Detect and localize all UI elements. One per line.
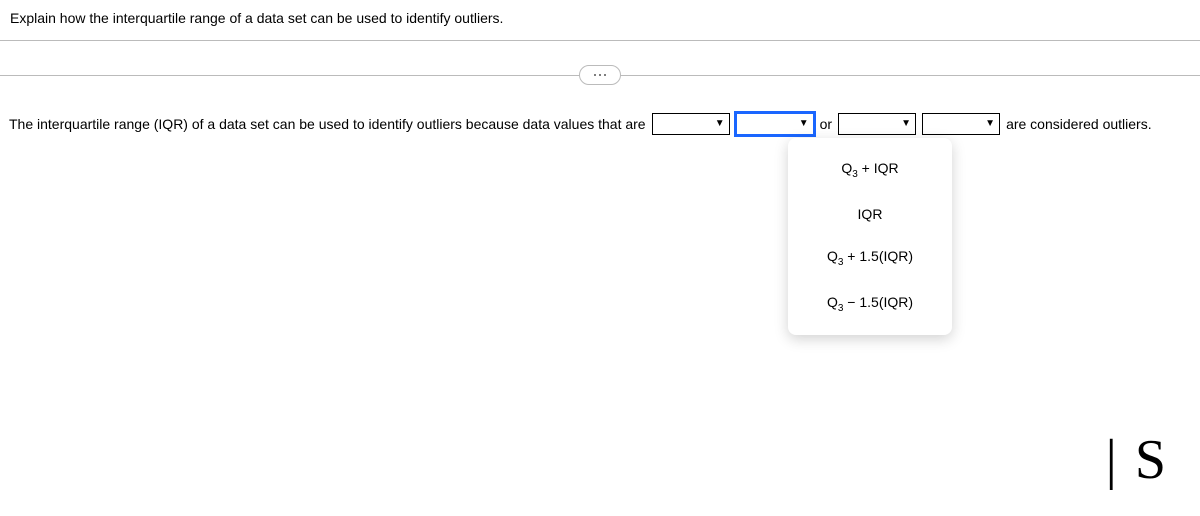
dropdown-menu: Q3 + IQR IQR Q3 + 1.5(IQR) Q3 − 1.5(IQR) <box>788 138 952 335</box>
answer-connector: or <box>820 116 832 132</box>
dropdown-2[interactable]: ▼ <box>736 113 814 135</box>
dropdown-4[interactable]: ▼ <box>922 113 1000 135</box>
dropdown-option-2[interactable]: IQR <box>858 206 883 222</box>
answer-suffix: are considered outliers. <box>1006 116 1152 132</box>
answer-prefix: The interquartile range (IQR) of a data … <box>9 116 646 132</box>
pill-dot-3 <box>604 74 606 76</box>
question-text: Explain how the interquartile range of a… <box>10 10 503 26</box>
chevron-down-icon: ▼ <box>799 119 809 129</box>
chevron-down-icon: ▼ <box>985 119 995 129</box>
dropdown-option-4[interactable]: Q3 − 1.5(IQR) <box>827 294 913 314</box>
chevron-down-icon: ▼ <box>901 119 911 129</box>
expand-pill[interactable] <box>579 65 621 85</box>
dropdown-3[interactable]: ▼ <box>838 113 916 135</box>
answer-row: The interquartile range (IQR) of a data … <box>0 113 1200 135</box>
dropdown-option-1[interactable]: Q3 + IQR <box>841 160 898 180</box>
dropdown-1[interactable]: ▼ <box>652 113 730 135</box>
pill-dot-2 <box>599 74 601 76</box>
chevron-down-icon: ▼ <box>715 119 725 129</box>
handwriting-annotation: | S <box>1106 428 1168 492</box>
dropdown-option-3[interactable]: Q3 + 1.5(IQR) <box>827 248 913 268</box>
pill-dot-1 <box>594 74 596 76</box>
